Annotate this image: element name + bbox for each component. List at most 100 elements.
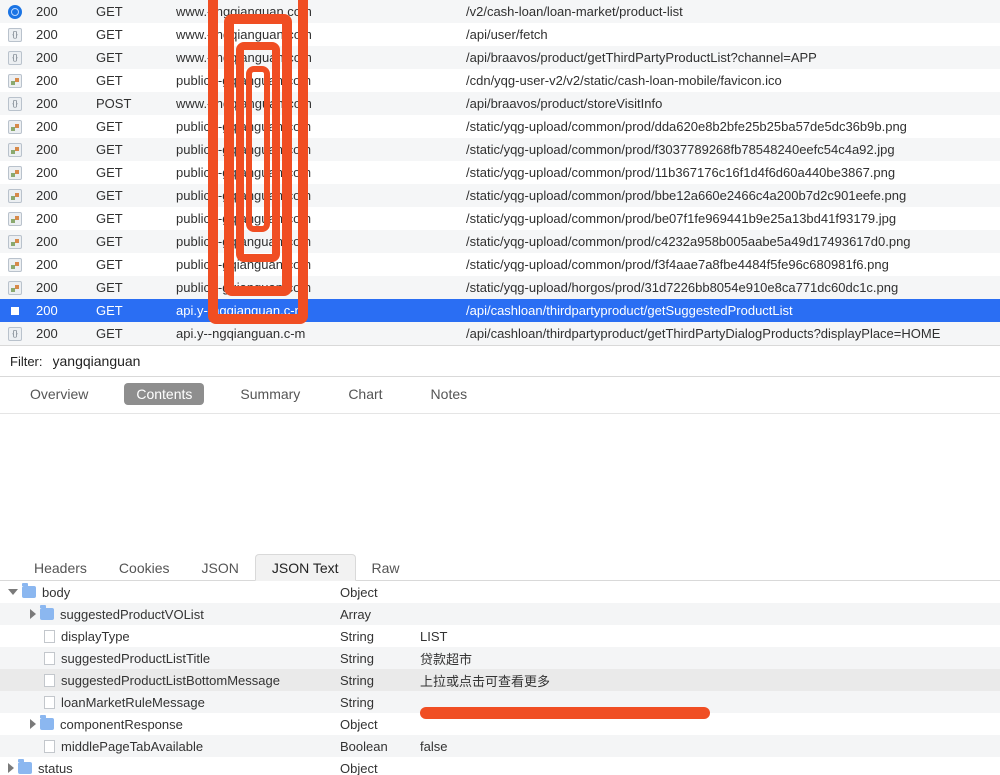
disclosure-closed-icon[interactable] <box>30 719 36 729</box>
status-cell: 200 <box>30 253 90 276</box>
tab-chart[interactable]: Chart <box>336 383 394 405</box>
host-cell: public.--gqianguan.com <box>170 207 460 230</box>
request-row[interactable]: 200GETapi.y--ngqianguan.c-m/api/cashloan… <box>0 322 1000 345</box>
request-row[interactable]: 200GETpublic.--gqianguan.com/static/yqg-… <box>0 276 1000 299</box>
status-cell: 200 <box>30 138 90 161</box>
status-cell: 200 <box>30 276 90 299</box>
folder-icon <box>22 586 36 598</box>
response-subtabs: HeadersCookiesJSONJSON TextRaw <box>0 553 1000 581</box>
tree-row[interactable]: statusObject <box>0 757 1000 775</box>
img-icon <box>8 166 22 180</box>
subtab-json-text[interactable]: JSON Text <box>255 554 356 581</box>
curly-icon <box>8 28 22 42</box>
file-icon <box>44 696 55 709</box>
tree-row[interactable]: suggestedProductVOList Array <box>0 603 1000 625</box>
tree-row[interactable]: suggestedProductListBottomMessageString上… <box>0 669 1000 691</box>
subtab-cookies[interactable]: Cookies <box>103 555 186 580</box>
tree-row[interactable]: loanMarketRuleMessageString <box>0 691 1000 713</box>
tree-row[interactable]: suggestedProductListTitleString贷款超市 <box>0 647 1000 669</box>
path-cell: /static/yqg-upload/common/prod/c4232a958… <box>460 230 1000 253</box>
request-row[interactable]: 200POSTwww.--ngqianguan.com/api/braavos/… <box>0 92 1000 115</box>
tree-value: false <box>420 739 1000 754</box>
subtab-raw[interactable]: Raw <box>356 555 416 580</box>
path-cell: /v2/cash-loan/loan-market/product-list <box>460 0 1000 23</box>
status-cell: 200 <box>30 0 90 23</box>
request-row[interactable]: 200GETpublic.--gqianguan.com/static/yqg-… <box>0 138 1000 161</box>
tree-row[interactable]: middlePageTabAvailableBooleanfalse <box>0 735 1000 757</box>
tree-type: Boolean <box>340 739 420 754</box>
method-cell: POST <box>90 92 170 115</box>
request-row[interactable]: 200GETwww.--ngqianguan.com/v2/cash-loan/… <box>0 0 1000 23</box>
tree-key: suggestedProductVOList <box>60 607 204 622</box>
img-icon <box>8 258 22 272</box>
tree-row[interactable]: componentResponse Object <box>0 713 1000 735</box>
request-row[interactable]: 200GETpublic.--gqianguan.com/static/yqg-… <box>0 115 1000 138</box>
curly-icon <box>8 327 22 341</box>
path-cell: /static/yqg-upload/horgos/prod/31d7226bb… <box>460 276 1000 299</box>
status-cell: 200 <box>30 161 90 184</box>
host-cell: www.--ngqianguan.com <box>170 46 460 69</box>
subtab-json[interactable]: JSON <box>186 555 255 580</box>
filter-input[interactable] <box>51 352 991 370</box>
status-cell: 200 <box>30 69 90 92</box>
img-icon <box>8 281 22 295</box>
request-row[interactable]: 200GETpublic.--gqianguan.com/static/yqg-… <box>0 184 1000 207</box>
request-row[interactable]: 200GETapi.y--ngqianguan.c-m/api/cashloan… <box>0 299 1000 322</box>
tab-notes[interactable]: Notes <box>419 383 480 405</box>
img-icon <box>8 235 22 249</box>
img-icon <box>8 143 22 157</box>
tree-type: String <box>340 695 420 710</box>
filter-label: Filter: <box>10 354 43 369</box>
request-table[interactable]: 200GETwww.--ngqianguan.com/v2/cash-loan/… <box>0 0 1000 345</box>
view-tabs: Overview Contents Summary Chart Notes <box>0 376 1000 413</box>
tab-summary[interactable]: Summary <box>228 383 312 405</box>
path-cell: /static/yqg-upload/common/prod/be07f1fe9… <box>460 207 1000 230</box>
host-cell: www.--ngqianguan.com <box>170 0 460 23</box>
disclosure-closed-icon[interactable] <box>30 609 36 619</box>
tree-row[interactable]: bodyObject <box>0 581 1000 603</box>
method-cell: GET <box>90 276 170 299</box>
path-cell: /api/braavos/product/storeVisitInfo <box>460 92 1000 115</box>
path-cell: /api/cashloan/thirdpartyproduct/getThird… <box>460 322 1000 345</box>
request-row[interactable]: 200GETpublic.--gqianguan.com/static/yqg-… <box>0 207 1000 230</box>
tree-key: suggestedProductListTitle <box>61 651 210 666</box>
request-row[interactable]: 200GETwww.--ngqianguan.com/api/braavos/p… <box>0 46 1000 69</box>
tree-key: componentResponse <box>60 717 183 732</box>
host-cell: public.--gqianguan.com <box>170 115 460 138</box>
status-cell: 200 <box>30 46 90 69</box>
tree-row[interactable]: displayTypeStringLIST <box>0 625 1000 647</box>
status-cell: 200 <box>30 207 90 230</box>
tree-type: Object <box>340 717 420 732</box>
tree-key: body <box>42 585 70 600</box>
request-row[interactable]: 200GETpublic.--gqianguan.com/cdn/yqg-use… <box>0 69 1000 92</box>
json-tree[interactable]: bodyObjectsuggestedProductVOListArraydis… <box>0 581 1000 775</box>
host-cell: api.y--ngqianguan.c-m <box>170 322 460 345</box>
request-row[interactable]: 200GETpublic.--gqianguan.com/static/yqg-… <box>0 230 1000 253</box>
disclosure-closed-icon[interactable] <box>8 763 14 773</box>
host-cell: public.--gqianguan.com <box>170 276 460 299</box>
path-cell: /api/cashloan/thirdpartyproduct/getSugge… <box>460 299 1000 322</box>
method-cell: GET <box>90 69 170 92</box>
img-icon <box>8 120 22 134</box>
host-cell: www.--ngqianguan.com <box>170 92 460 115</box>
tree-type: Object <box>340 761 420 775</box>
subtab-headers[interactable]: Headers <box>18 555 103 580</box>
status-cell: 200 <box>30 322 90 345</box>
disclosure-open-icon[interactable] <box>8 589 18 595</box>
globe-icon <box>8 5 22 19</box>
method-cell: GET <box>90 322 170 345</box>
request-row[interactable]: 200GETpublic.--gqianguan.com/static/yqg-… <box>0 253 1000 276</box>
tab-overview[interactable]: Overview <box>18 383 100 405</box>
path-cell: /static/yqg-upload/common/prod/11b367176… <box>460 161 1000 184</box>
tree-key: suggestedProductListBottomMessage <box>61 673 280 688</box>
path-cell: /api/braavos/product/getThirdPartyProduc… <box>460 46 1000 69</box>
tree-type: Array <box>340 607 420 622</box>
status-cell: 200 <box>30 92 90 115</box>
host-cell: public.--gqianguan.com <box>170 69 460 92</box>
tree-value: LIST <box>420 629 1000 644</box>
request-row[interactable]: 200GETwww.--ngqianguan.com/api/user/fetc… <box>0 23 1000 46</box>
tab-contents[interactable]: Contents <box>124 383 204 405</box>
method-cell: GET <box>90 230 170 253</box>
filter-row: Filter: <box>0 345 1000 376</box>
request-row[interactable]: 200GETpublic.--gqianguan.com/static/yqg-… <box>0 161 1000 184</box>
